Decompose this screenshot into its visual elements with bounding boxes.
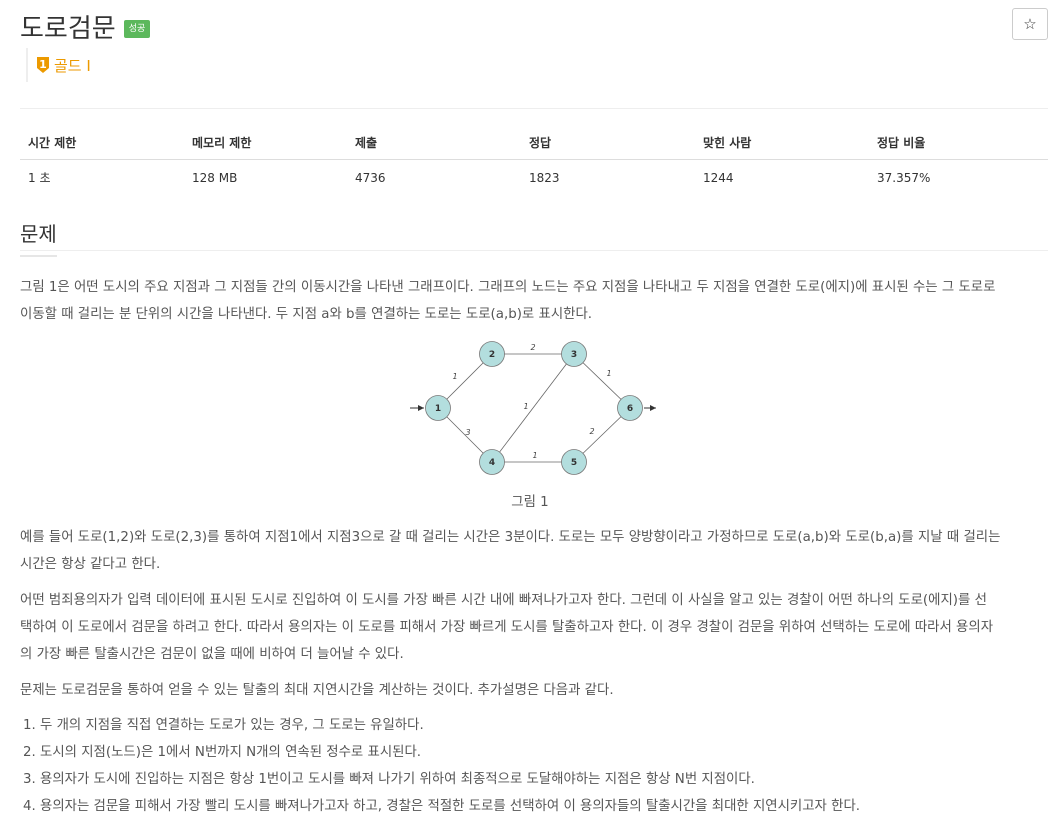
section-title: 문제 (20, 218, 57, 257)
accepted-value: 1823 (529, 170, 560, 185)
paragraph-line: 이동할 때 걸리는 분 단위의 시간을 나타낸다. 두 지점 a와 b를 연결하… (20, 307, 593, 322)
problem-paragraph-1: 그림 1은 어떤 도시의 주요 지점과 그 지점들 간의 이동시간을 나타낸 그… (20, 274, 1048, 328)
section-divider (20, 250, 1048, 251)
node-4-label: 4 (489, 458, 495, 468)
node-2-label: 2 (489, 350, 495, 360)
weight-3-6: 1 (606, 369, 611, 378)
header-accepted: 정답 (521, 128, 695, 160)
solvers-value[interactable]: 1244 (695, 160, 869, 196)
header-time-limit: 시간 제한 (20, 128, 184, 160)
node-6-label: 6 (627, 404, 633, 414)
list-item: 용의자는 검문을 피해서 가장 빨리 도시를 빠져나가고자 하고, 경찰은 적절… (40, 793, 1060, 820)
node-1-label: 1 (435, 404, 441, 414)
figure-caption: 그림 1 (511, 495, 549, 510)
problem-paragraph-3: 어떤 범죄용의자가 입력 데이터에 표시된 도시로 진입하여 이 도시를 가장 … (20, 587, 1048, 668)
paragraph-line: 그림 1은 어떤 도시의 주요 지점과 그 지점들 간의 이동시간을 나타낸 그… (20, 280, 996, 295)
result-badge: 성공 (123, 20, 151, 38)
memory-limit-value: 128 MB (192, 170, 238, 185)
weight-4-5: 1 (532, 451, 537, 460)
paragraph-line: 어떤 범죄용의자가 입력 데이터에 표시된 도시로 진입하여 이 도시를 가장 … (20, 593, 987, 608)
paragraph-line: 의 가장 빠른 탈출시간은 검문이 없을 때에 비하여 더 늘어날 수 있다. (20, 647, 404, 662)
problem-paragraph-2: 예를 들어 도로(1,2)와 도로(2,3)를 통하여 지점1에서 지점3으로 … (20, 524, 1048, 578)
tier-level: 1 (39, 58, 47, 71)
problem-paragraph-4: 문제는 도로검문을 통하여 얻을 수 있는 탈출의 최대 지연시간을 계산하는 … (20, 677, 1048, 704)
edge-3-4 (491, 353, 575, 463)
title-row: 도로검문 성공 (20, 6, 1048, 46)
paragraph-line: 예를 들어 도로(1,2)와 도로(2,3)를 통하여 지점1에서 지점3으로 … (20, 530, 1001, 545)
header-divider (20, 108, 1048, 109)
list-item: 도시의 지점(노드)은 1에서 N번까지 N개의 연속된 정수로 표시된다. (40, 739, 1060, 766)
star-icon: ☆ (1023, 15, 1037, 33)
weight-1-4: 3 (465, 428, 470, 437)
page-title: 도로검문 (20, 13, 116, 44)
list-item: 용의자가 도시에 진입하는 지점은 항상 1번이고 도시를 빠져 나가기 위하여… (40, 766, 1060, 793)
conditions-list: 두 개의 지점을 직접 연결하는 도로가 있는 경우, 그 도로는 유일하다. … (20, 712, 1060, 820)
weight-2-3: 2 (530, 343, 535, 352)
list-item: 두 개의 지점을 직접 연결하는 도로가 있는 경우, 그 도로는 유일하다. (40, 712, 1060, 739)
tier-row: 1 골드 I (26, 48, 91, 82)
weight-5-6: 2 (589, 427, 594, 436)
header-ratio: 정답 비율 (869, 128, 1048, 160)
tier-label[interactable]: 골드 I (54, 55, 91, 76)
header-memory-limit: 메모리 제한 (184, 128, 347, 160)
weight-1-2: 1 (452, 372, 457, 381)
header-solvers: 맞힌 사람 (695, 128, 869, 160)
time-limit-value: 1 초 (28, 171, 51, 185)
table-header-row: 시간 제한 메모리 제한 제출 정답 맞힌 사람 정답 비율 (20, 128, 1048, 160)
submissions-value[interactable]: 4736 (347, 160, 521, 196)
weight-3-4: 1 (523, 402, 528, 411)
node-3-label: 3 (571, 350, 577, 360)
paragraph-line: 시간은 항상 같다고 한다. (20, 557, 161, 572)
paragraph-line: 문제는 도로검문을 통하여 얻을 수 있는 탈출의 최대 지연시간을 계산하는 … (20, 683, 614, 698)
header-submissions: 제출 (347, 128, 521, 160)
problem-info-table: 시간 제한 메모리 제한 제출 정답 맞힌 사람 정답 비율 1 초 128 M… (20, 128, 1048, 195)
table-row: 1 초 128 MB 4736 1823 1244 37.357% (20, 160, 1048, 196)
star-button[interactable]: ☆ (1012, 8, 1048, 40)
ratio-value: 37.357% (877, 170, 931, 185)
tier-gold-icon: 1 (37, 57, 49, 73)
problem-header: 도로검문 성공 ☆ 1 골드 I (20, 6, 1048, 106)
node-5-label: 5 (571, 458, 577, 468)
road-graph-figure: 1 2 1 3 1 1 2 1 2 3 4 5 6 (410, 341, 656, 475)
paragraph-line: 택하여 이 도로에서 검문을 하려고 한다. 따라서 용의자는 이 도로를 피해… (20, 620, 994, 635)
